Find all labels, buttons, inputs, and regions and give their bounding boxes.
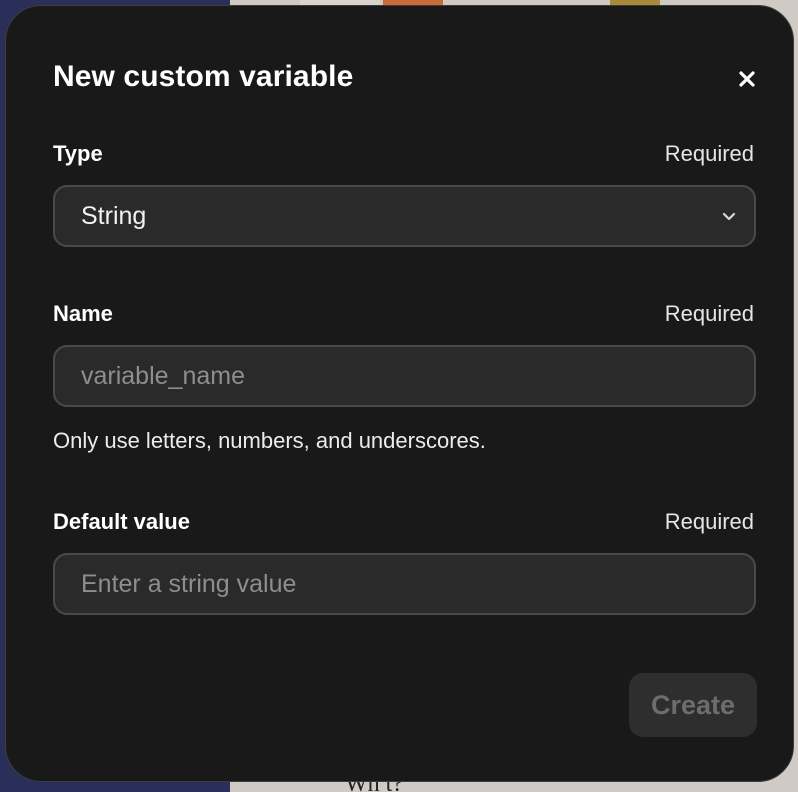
name-helper-text: Only use letters, numbers, and underscor… (53, 428, 486, 453)
chevron-down-icon (720, 207, 738, 225)
default-value-label: Default value (53, 509, 190, 534)
default-value-input[interactable] (81, 569, 754, 599)
default-value-required-text: Required (664, 509, 754, 534)
type-required-text: Required (664, 141, 754, 166)
name-field[interactable] (53, 345, 756, 407)
close-icon (739, 71, 755, 87)
type-select-value: String (81, 201, 147, 230)
default-value-field[interactable] (53, 553, 756, 615)
new-custom-variable-dialog: New custom variable Type Required String… (5, 5, 794, 782)
name-input[interactable] (81, 361, 754, 391)
type-label: Type (53, 141, 103, 166)
type-select[interactable]: String (53, 185, 756, 247)
create-button[interactable]: Create (629, 673, 757, 737)
dialog-title: New custom variable (53, 60, 354, 93)
close-button[interactable] (732, 64, 762, 94)
name-required-text: Required (664, 301, 754, 326)
name-label: Name (53, 301, 113, 326)
